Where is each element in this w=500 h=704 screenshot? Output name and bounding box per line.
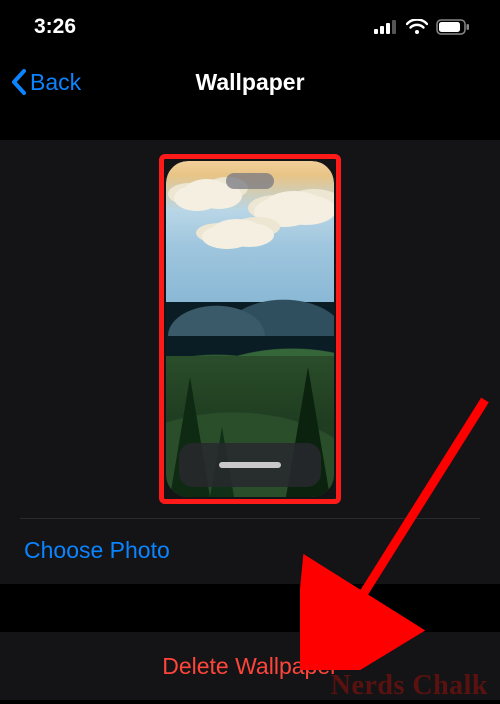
- choose-photo-button[interactable]: Choose Photo: [24, 537, 170, 564]
- wallpaper-preview-wrap: [0, 154, 500, 504]
- nav-bar: Back Wallpaper: [0, 54, 500, 110]
- dock-card: [179, 443, 321, 487]
- status-indicators: [374, 19, 470, 35]
- bottom-gap: [0, 700, 500, 704]
- choose-photo-row: Choose Photo: [0, 519, 500, 584]
- device-notch-icon: [226, 173, 274, 189]
- section-gap: [0, 110, 500, 140]
- back-button[interactable]: Back: [10, 68, 81, 96]
- wifi-icon: [406, 19, 428, 35]
- back-label: Back: [30, 69, 81, 96]
- cellular-signal-icon: [374, 20, 398, 34]
- wallpaper-preview-section: Choose Photo: [0, 140, 500, 584]
- annotation-highlight-box: [159, 154, 341, 504]
- home-indicator-icon: [219, 462, 281, 468]
- battery-icon: [436, 19, 470, 35]
- delete-wallpaper-button[interactable]: Delete Wallpaper: [162, 653, 338, 680]
- wallpaper-preview[interactable]: [166, 161, 334, 497]
- delete-section: Delete Wallpaper: [0, 632, 500, 700]
- section-gap: [0, 584, 500, 632]
- status-time: 3:26: [34, 15, 76, 39]
- chevron-left-icon: [10, 68, 28, 96]
- status-bar: 3:26: [0, 0, 500, 54]
